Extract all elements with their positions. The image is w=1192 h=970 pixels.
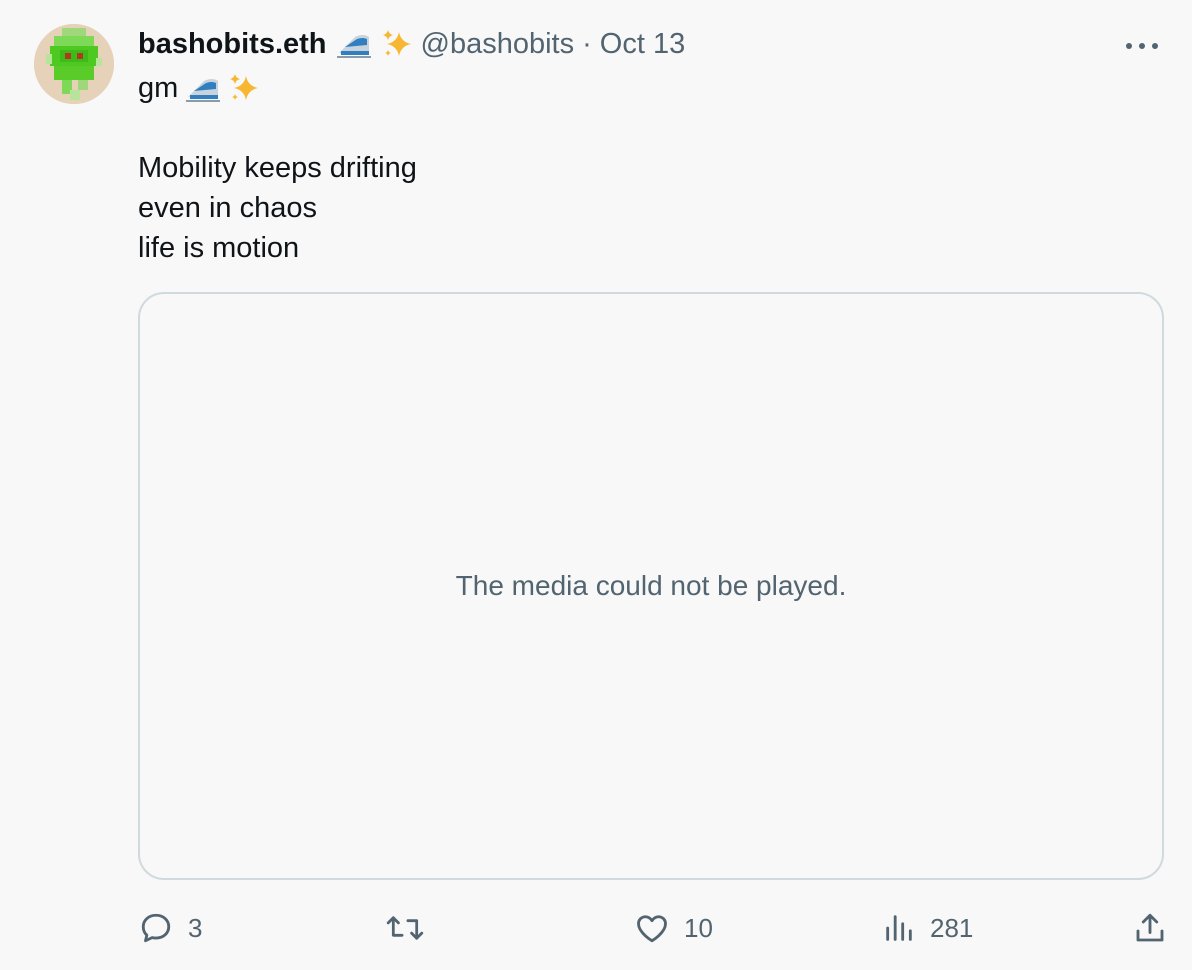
tweet-line-1: gm — [138, 68, 1138, 108]
tweet-line-4: even in chaos — [138, 192, 317, 224]
views-icon — [886, 915, 912, 941]
media-error-message: The media could not be played. — [455, 570, 847, 601]
retweet-button[interactable] — [386, 906, 438, 950]
tweet-line-5: life is motion — [138, 232, 300, 264]
header-separator: · — [582, 27, 592, 60]
sparkles-icon — [381, 28, 413, 60]
retweet-icon — [386, 916, 424, 940]
sparkles-icon — [228, 72, 260, 104]
share-icon — [1136, 913, 1164, 942]
views-count: 281 — [930, 912, 974, 943]
tweet-text: gm Mobility keeps drifting even in chaos — [138, 68, 1138, 268]
reply-button[interactable]: 3 — [138, 906, 202, 950]
tweet-line-3: Mobility keeps drifting — [138, 152, 417, 184]
pixel-avatar-image — [34, 24, 114, 104]
tweet-date[interactable]: Oct 13 — [600, 28, 685, 61]
author-name[interactable]: bashobits.eth — [138, 28, 327, 61]
reply-icon — [141, 913, 171, 943]
tweet-actions: 3 10 281 — [138, 906, 1168, 950]
media-player[interactable]: The media could not be played. — [138, 292, 1164, 880]
views-button[interactable]: 281 — [882, 906, 973, 950]
train-icon — [184, 73, 222, 103]
heart-icon — [637, 915, 667, 943]
train-icon — [335, 29, 373, 59]
author-handle[interactable]: @bashobits — [421, 28, 575, 61]
like-count: 10 — [684, 912, 713, 943]
more-horizontal-icon — [1126, 43, 1158, 49]
avatar[interactable] — [34, 24, 114, 104]
reply-count: 3 — [188, 912, 203, 943]
share-button[interactable] — [1132, 906, 1168, 950]
more-options-button[interactable] — [1122, 34, 1162, 58]
tweet-line-gm: gm — [138, 72, 179, 104]
tweet-card[interactable]: bashobits.eth @bashobits · Oct 13 gm Mob… — [0, 0, 1192, 970]
like-button[interactable]: 10 — [634, 906, 713, 950]
tweet-header: bashobits.eth @bashobits · Oct 13 — [138, 24, 685, 64]
